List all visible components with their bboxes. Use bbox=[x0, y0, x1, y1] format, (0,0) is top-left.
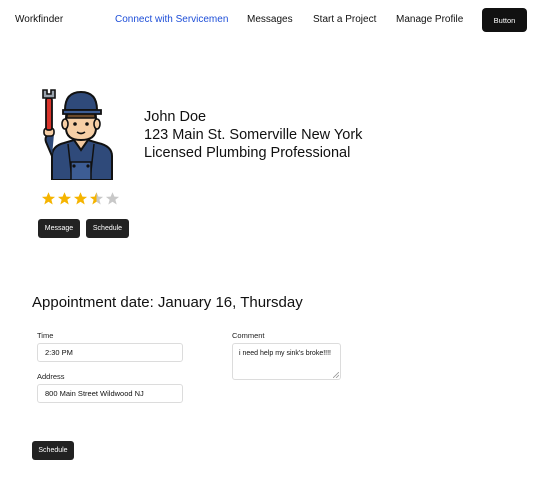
appointment-heading: Appointment date: January 16, Thursday bbox=[32, 294, 303, 311]
time-label: Time bbox=[37, 331, 54, 340]
address-input[interactable]: 800 Main Street Wildwood NJ bbox=[37, 384, 183, 403]
comment-text: i need help my sink's broke!!!! bbox=[239, 350, 331, 357]
top-navbar: Workfinder Connect with Servicemen Messa… bbox=[0, 0, 536, 40]
nav-link-messages[interactable]: Messages bbox=[247, 14, 293, 25]
star-empty-icon bbox=[105, 192, 120, 205]
star-full-icon bbox=[57, 192, 72, 205]
nav-link-manage-profile[interactable]: Manage Profile bbox=[396, 14, 463, 25]
nav-link-start-project[interactable]: Start a Project bbox=[313, 14, 376, 25]
resize-grip-icon[interactable] bbox=[333, 372, 339, 378]
comment-textarea[interactable]: i need help my sink's broke!!!! bbox=[232, 343, 341, 380]
comment-label: Comment bbox=[232, 331, 265, 340]
star-half-icon bbox=[89, 192, 104, 205]
profile-title: Licensed Plumbing Professional bbox=[144, 145, 351, 161]
schedule-appointment-button[interactable]: Schedule bbox=[32, 441, 74, 460]
message-button[interactable]: Message bbox=[38, 219, 80, 238]
profile-name: John Doe bbox=[144, 109, 207, 125]
nav-link-connect-servicemen[interactable]: Connect with Servicemen bbox=[115, 14, 228, 25]
nav-primary-button[interactable]: Button bbox=[482, 8, 527, 32]
rating-stars bbox=[41, 191, 120, 207]
profile-address: 123 Main St. Somerville New York bbox=[144, 127, 363, 143]
star-full-icon bbox=[73, 192, 88, 205]
address-label: Address bbox=[37, 372, 65, 381]
time-input[interactable]: 2:30 PM bbox=[37, 343, 183, 362]
brand-logo-text[interactable]: Workfinder bbox=[15, 14, 63, 25]
plumber-avatar-icon bbox=[42, 89, 113, 180]
star-full-icon bbox=[41, 192, 56, 205]
schedule-profile-button[interactable]: Schedule bbox=[86, 219, 129, 238]
profile-info: John Doe 123 Main St. Somerville New Yor… bbox=[144, 108, 362, 162]
